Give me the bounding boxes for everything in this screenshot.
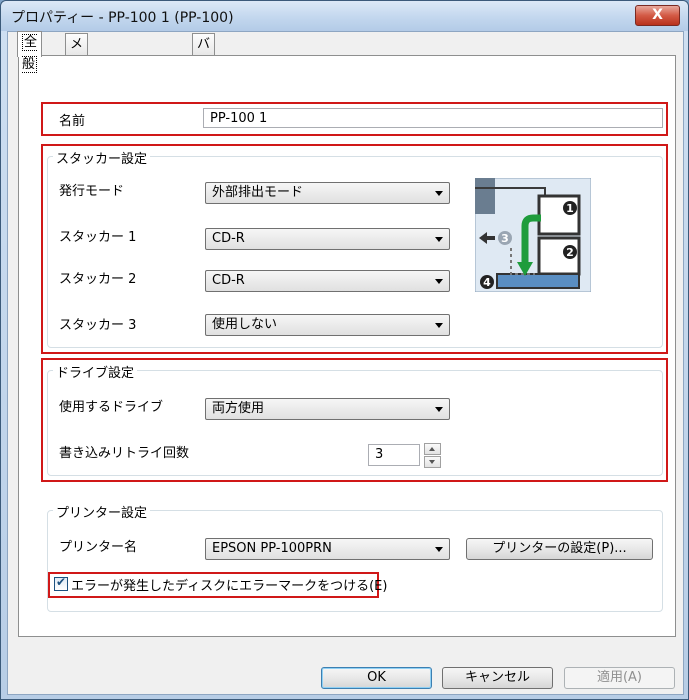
tab-maintenance[interactable]: メンテナンス情報 bbox=[65, 33, 89, 206]
drive-group-label: ドライブ設定 bbox=[53, 362, 138, 381]
stacker1-select[interactable]: CD-R bbox=[205, 228, 450, 250]
diagram-number-4: 4 bbox=[483, 276, 491, 289]
title-bar: プロパティー - PP-100 1 (PP-100) X bbox=[1, 1, 688, 31]
stacker2-label: スタッカー 2 bbox=[59, 272, 137, 287]
spin-down-icon[interactable] bbox=[424, 456, 441, 468]
issue-mode-select[interactable]: 外部排出モード bbox=[205, 182, 450, 204]
stacker3-value: 使用しない bbox=[212, 317, 278, 332]
cancel-button[interactable]: キャンセル bbox=[442, 667, 553, 689]
stacker3-label: スタッカー 3 bbox=[59, 318, 137, 333]
tab-general-label: 全般 bbox=[22, 34, 38, 73]
chevron-down-icon bbox=[435, 407, 443, 412]
close-button[interactable]: X bbox=[635, 5, 680, 26]
diagram-number-1: 1 bbox=[566, 202, 574, 215]
drive-value: 両方使用 bbox=[212, 401, 265, 416]
name-label: 名前 bbox=[59, 114, 86, 129]
printer-group-label: プリンター設定 bbox=[53, 502, 151, 521]
issue-mode-value: 外部排出モード bbox=[212, 185, 304, 200]
stacker-diagram: 1 2 3 4 bbox=[475, 178, 591, 292]
chevron-down-icon bbox=[435, 237, 443, 242]
drive-select[interactable]: 両方使用 bbox=[205, 398, 450, 420]
stacker1-label: スタッカー 1 bbox=[59, 230, 137, 245]
error-mark-checkbox[interactable] bbox=[54, 575, 68, 591]
chevron-down-icon bbox=[435, 547, 443, 552]
issue-mode-label: 発行モード bbox=[59, 184, 125, 199]
diagram-left-arrow-stem bbox=[487, 236, 495, 240]
diagram-number-3: 3 bbox=[501, 232, 509, 245]
printer-name-label: プリンター名 bbox=[59, 540, 138, 555]
apply-button[interactable]: 適用(A) bbox=[564, 667, 675, 689]
retry-label: 書き込みリトライ回数 bbox=[59, 446, 190, 461]
window-title: プロパティー - PP-100 1 (PP-100) bbox=[11, 10, 234, 26]
diagram-output-tray bbox=[496, 273, 580, 289]
spin-up-icon[interactable] bbox=[424, 443, 441, 455]
printer-name-value: EPSON PP-100PRN bbox=[212, 541, 332, 556]
stacker3-select[interactable]: 使用しない bbox=[205, 314, 450, 336]
error-mark-label[interactable]: エラーが発生したディスクにエラーマークをつける(E) bbox=[71, 575, 387, 594]
ok-button[interactable]: OK bbox=[321, 667, 432, 689]
chevron-down-icon bbox=[435, 279, 443, 284]
stacker-group-label: スタッカー設定 bbox=[53, 148, 151, 167]
chevron-down-icon bbox=[435, 191, 443, 196]
printer-settings-button[interactable]: プリンターの設定(P)... bbox=[466, 538, 653, 560]
tab-version[interactable]: バージョン情報 bbox=[192, 33, 216, 184]
properties-dialog: プロパティー - PP-100 1 (PP-100) X 全般 メンテナンス情報… bbox=[0, 0, 689, 700]
tab-general[interactable]: 全般 bbox=[17, 31, 43, 73]
drive-label: 使用するドライブ bbox=[59, 400, 164, 415]
stacker2-select[interactable]: CD-R bbox=[205, 270, 450, 292]
diagram-number-2: 2 bbox=[566, 246, 574, 259]
general-tab-panel: 名前 PP-100 1 スタッカー設定 発行モード 外部排出モード スタッカー … bbox=[18, 55, 676, 637]
retry-count-input[interactable]: 3 bbox=[368, 444, 420, 466]
diagram-printer-block bbox=[475, 178, 495, 214]
stacker1-value: CD-R bbox=[212, 231, 245, 246]
stacker2-value: CD-R bbox=[212, 273, 245, 288]
name-field[interactable]: PP-100 1 bbox=[203, 108, 663, 128]
chevron-down-icon bbox=[435, 323, 443, 328]
retry-spinner[interactable] bbox=[424, 443, 441, 468]
printer-name-select[interactable]: EPSON PP-100PRN bbox=[205, 538, 450, 560]
